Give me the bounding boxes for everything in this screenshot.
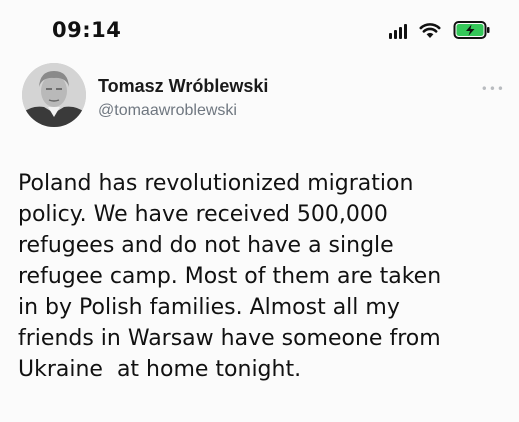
status-icons <box>389 18 491 42</box>
phone-screen: 09:14 Tomasz Wróblewski @tomaawroblewski… <box>0 0 519 422</box>
status-time: 09:14 <box>52 18 122 42</box>
more-options-icon[interactable]: ••• <box>481 82 505 96</box>
tweet-card: Tomasz Wróblewski @tomaawroblewski ••• P… <box>0 56 519 422</box>
avatar-photo <box>22 63 86 127</box>
wifi-icon <box>419 22 441 38</box>
author-avatar[interactable] <box>22 63 86 127</box>
author-handle[interactable]: @tomaawroblewski <box>98 102 237 120</box>
tweet-text: Poland has revolutionized migration poli… <box>18 171 442 382</box>
signal-icon <box>389 21 407 39</box>
battery-charging-icon <box>453 21 490 39</box>
status-bar: 09:14 <box>0 0 519 56</box>
author-name[interactable]: Tomasz Wróblewski <box>98 76 268 97</box>
